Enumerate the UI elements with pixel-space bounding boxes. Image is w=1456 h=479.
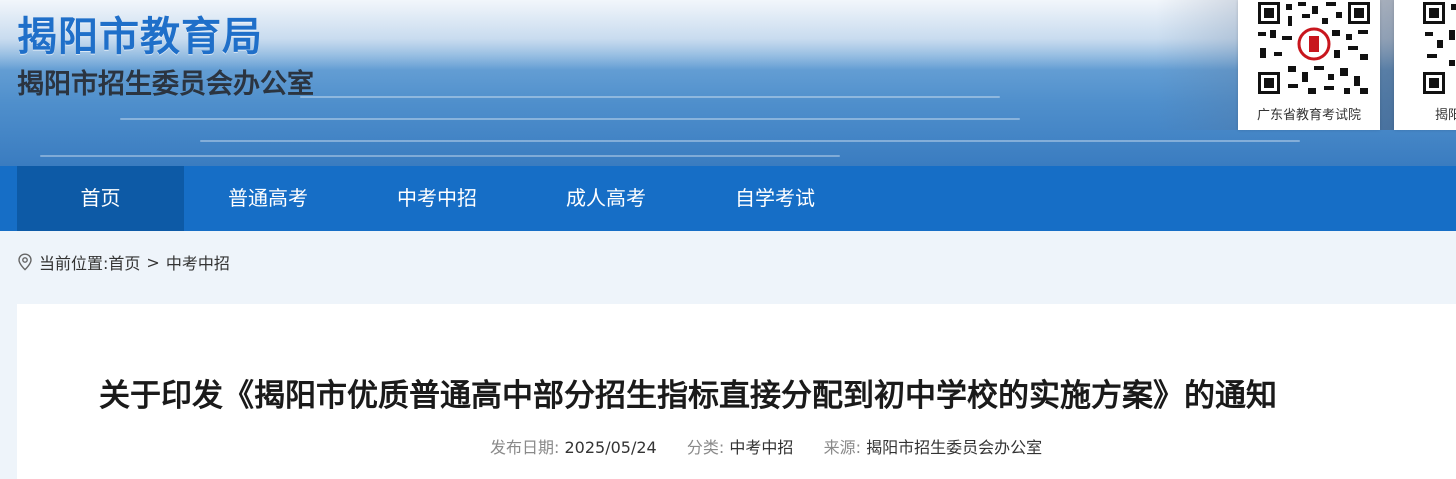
article-title: 关于印发《揭阳市优质普通高中部分招生指标直接分配到初中学校的实施方案》的通知 <box>99 378 1277 414</box>
nav-item-adult-exam[interactable]: 成人高考 <box>522 166 690 231</box>
breadcrumb-prefix: 当前位置: <box>39 254 109 273</box>
meta-category: 中考中招 <box>729 438 794 457</box>
qr-code-icon <box>1423 0 1456 96</box>
meta-date: 2025/05/24 <box>564 438 657 457</box>
breadcrumb: 当前位置: 首页 > 中考中招 <box>17 250 230 274</box>
qr-label: 广东省教育考试院 <box>1256 108 1361 123</box>
banner-wave <box>40 155 840 157</box>
nav-item-home[interactable]: 首页 <box>17 166 184 231</box>
breadcrumb-current-link[interactable]: 中考中招 <box>166 250 230 274</box>
header-banner: 揭阳市教育局 揭阳市招生委员会办公室 广东省教育考试院 揭阳 <box>0 0 1456 166</box>
site-title: 揭阳市教育局 <box>17 14 263 60</box>
banner-wave <box>200 140 1300 142</box>
nav-item-self-study-exam[interactable]: 自学考试 <box>690 166 860 231</box>
banner-wave <box>120 118 1020 120</box>
breadcrumb-home-link[interactable]: 首页 <box>108 250 140 274</box>
breadcrumb-separator: > <box>146 252 160 272</box>
nav-item-gaokao[interactable]: 普通高考 <box>184 166 352 231</box>
site-subtitle: 揭阳市招生委员会办公室 <box>17 69 314 100</box>
qr-card-exam-authority[interactable]: 广东省教育考试院 <box>1238 0 1380 130</box>
meta-category-label: 分类: <box>686 438 725 457</box>
article-meta: 发布日期: 2025/05/24 分类: 中考中招 来源: 揭阳市招生委员会办公… <box>490 434 1042 458</box>
main-nav: 首页 普通高考 中考中招 成人高考 自学考试 <box>0 166 1456 231</box>
qr-card-jieyang[interactable]: 揭阳 <box>1394 0 1456 130</box>
qr-label: 揭阳 <box>1435 108 1456 123</box>
location-pin-icon <box>18 253 32 271</box>
qr-code-icon <box>1248 0 1370 96</box>
meta-source: 揭阳市招生委员会办公室 <box>866 438 1043 457</box>
article-container: 关于印发《揭阳市优质普通高中部分招生指标直接分配到初中学校的实施方案》的通知 发… <box>17 304 1456 479</box>
meta-source-label: 来源: <box>823 438 862 457</box>
nav-item-zhongkao[interactable]: 中考中招 <box>352 166 522 231</box>
banner-wave <box>300 96 1000 98</box>
meta-date-label: 发布日期: <box>490 438 560 457</box>
